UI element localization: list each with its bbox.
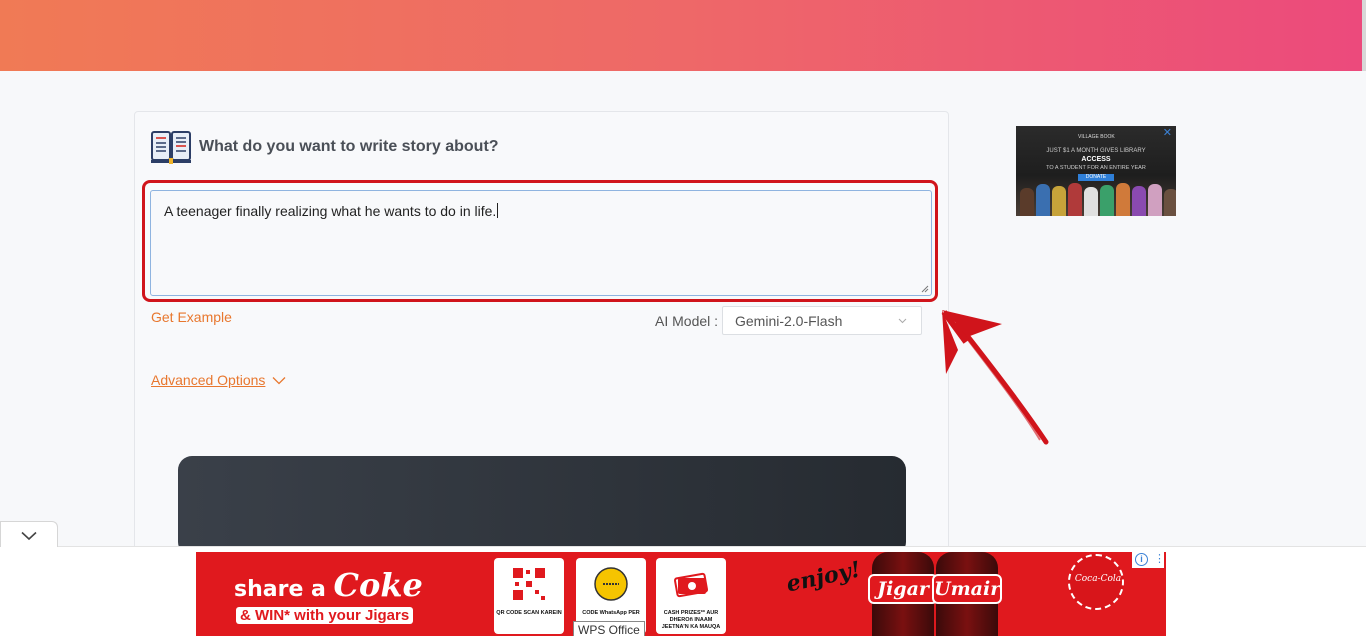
qr-code-icon [511, 566, 547, 602]
ad-headline-coke: Coke [333, 566, 423, 604]
ai-model-label: AI Model : [655, 313, 719, 329]
bottle-name-label: Umair [932, 574, 1002, 604]
ad-photo-figure [1116, 183, 1130, 216]
chevron-down-icon [898, 318, 907, 324]
story-topic-textarea[interactable]: A teenager finally realizing what he wan… [150, 190, 932, 296]
chevron-down-icon[interactable] [272, 376, 286, 385]
ad-photo-figure [1036, 184, 1050, 216]
ad-line1: JUST $1 A MONTH GIVES LIBRARY [1046, 148, 1146, 154]
header-banner [0, 0, 1362, 71]
ad-photo-figure [1132, 186, 1146, 216]
ai-model-select[interactable]: Gemini-2.0-Flash [722, 306, 922, 335]
more-options-icon[interactable]: ⋮ [1154, 553, 1165, 565]
ad-photo-figure [1084, 187, 1098, 216]
ad-photo-figure [1052, 186, 1066, 216]
ad-brand: VILLAGE BOOK [1078, 134, 1115, 140]
side-ad[interactable]: VILLAGE BOOK JUST $1 A MONTH GIVES LIBRA… [1016, 126, 1176, 216]
get-example-link[interactable]: Get Example [151, 309, 232, 325]
ad-photo-figure [1068, 183, 1082, 216]
ad-donate-button[interactable]: DONATE [1078, 174, 1114, 181]
code-coin-icon [594, 567, 628, 601]
ad-win-line: & WIN* with your Jigars [236, 607, 414, 624]
coke-banner-ad[interactable]: share a Coke & WIN* with your Jigars QR … [196, 552, 1166, 636]
dark-preview-panel [178, 456, 906, 556]
info-icon[interactable]: i [1135, 553, 1148, 566]
bottle-name-label: Jigar [868, 574, 938, 604]
ad-close-icon[interactable]: ✕ [1163, 126, 1172, 139]
prompt-title: What do you want to write story about? [199, 138, 499, 155]
chevron-down-icon [21, 531, 37, 541]
cash-icon [673, 572, 709, 598]
ad-photo-figure [1100, 185, 1114, 216]
book-icon [151, 131, 191, 164]
collapse-ad-tab[interactable] [0, 521, 58, 547]
coke-badge-text: Coca-Cola [1074, 574, 1122, 584]
ad-photo-figure [1020, 188, 1034, 216]
ad-tile-text: CASH PRIZES** AUR DHEROñ INAAM JEETNA'N … [661, 610, 721, 630]
story-topic-text: A teenager finally realizing what he wan… [164, 203, 497, 219]
ad-headline: share a Coke [234, 566, 423, 604]
ad-enjoy-text: enjoy! [784, 556, 863, 598]
ad-tile: QR CODE SCAN KAREIN [494, 558, 564, 634]
ad-info[interactable]: i ⋮ [1132, 552, 1165, 568]
text-caret [497, 203, 499, 218]
resize-grip-icon[interactable] [921, 285, 929, 293]
advanced-options-link[interactable]: Advanced Options [151, 372, 265, 388]
ad-tile-text: CODE WhatsApp PER [582, 610, 640, 616]
ad-photo-figure [1148, 184, 1162, 216]
ad-tile: CASH PRIZES** AUR DHEROñ INAAM JEETNA'N … [656, 558, 726, 634]
coke-badge: Coca-Cola [1068, 554, 1124, 610]
ad-photo-figure [1164, 189, 1176, 216]
ad-line2: ACCESS [1081, 156, 1111, 163]
scrollbar[interactable] [1362, 0, 1366, 71]
ai-model-value: Gemini-2.0-Flash [735, 313, 843, 329]
wps-office-tooltip: WPS Office [573, 621, 645, 636]
annotation-arrow-icon [941, 310, 1049, 445]
ad-tile-text: QR CODE SCAN KAREIN [496, 610, 562, 616]
ad-line3: TO A STUDENT FOR AN ENTIRE YEAR [1046, 165, 1146, 171]
ad-headline-share: share a [234, 577, 334, 602]
